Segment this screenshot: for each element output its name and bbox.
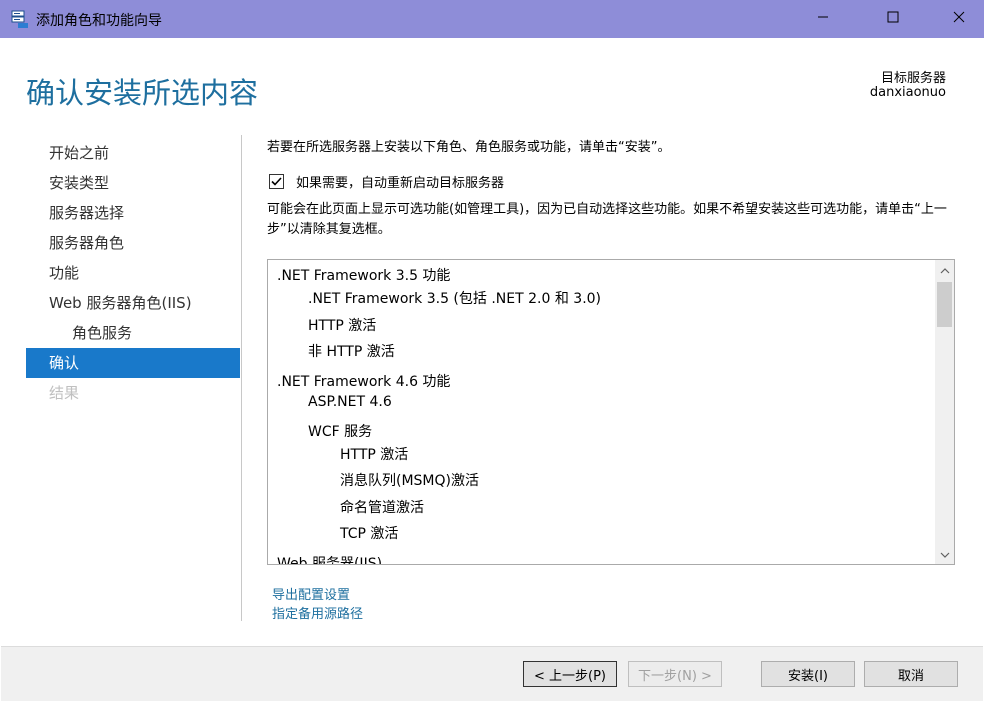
next-button: 下一步(N) > bbox=[628, 661, 722, 687]
list-item: HTTP 激活 bbox=[340, 447, 409, 463]
minimize-icon bbox=[817, 11, 829, 27]
list-item: HTTP 激活 bbox=[308, 318, 377, 334]
list-scrollbar[interactable] bbox=[935, 260, 954, 564]
features-list-content: .NET Framework 3.5 功能 .NET Framework 3.5… bbox=[268, 260, 933, 564]
target-server-label: 目标服务器 bbox=[880, 71, 946, 86]
restart-checkbox[interactable] bbox=[269, 174, 284, 189]
minimize-button[interactable] bbox=[800, 0, 846, 38]
window-title: 添加角色和功能向导 bbox=[36, 13, 162, 29]
nav-item-installation-type[interactable]: 安装类型 bbox=[26, 168, 240, 198]
list-item: TCP 激活 bbox=[340, 526, 399, 542]
nav-item-web-server-role[interactable]: Web 服务器角色(IIS) bbox=[26, 288, 240, 318]
wizard-footer: < 上一步(P) 下一步(N) > 安装(I) 取消 bbox=[1, 646, 983, 701]
title-bar: 添加角色和功能向导 bbox=[0, 0, 984, 38]
previous-button[interactable]: < 上一步(P) bbox=[523, 661, 617, 687]
list-item: .NET Framework 3.5 功能 bbox=[277, 268, 451, 284]
export-config-link[interactable]: 导出配置设置 bbox=[272, 584, 350, 603]
scroll-down-button[interactable] bbox=[935, 544, 954, 564]
selected-features-list[interactable]: .NET Framework 3.5 功能 .NET Framework 3.5… bbox=[267, 259, 955, 565]
nav-item-before-you-begin[interactable]: 开始之前 bbox=[26, 138, 240, 168]
nav-item-confirmation[interactable]: 确认 bbox=[26, 348, 240, 378]
scroll-thumb[interactable] bbox=[937, 282, 952, 327]
nav-divider bbox=[241, 135, 242, 621]
optional-features-note: 可能会在此页面上显示可选功能(如管理工具)，因为已自动选择这些功能。如果不希望安… bbox=[267, 202, 947, 237]
target-server-name: danxiaonuo bbox=[869, 85, 946, 100]
chevron-up-icon bbox=[940, 262, 950, 278]
page-title: 确认安装所选内容 bbox=[26, 76, 259, 110]
install-button[interactable]: 安装(I) bbox=[761, 661, 855, 687]
list-item: .NET Framework 3.5 (包括 .NET 2.0 和 3.0) bbox=[308, 291, 602, 307]
wizard-client-area: 确认安装所选内容 目标服务器 danxiaonuo 开始之前 安装类型 服务器选… bbox=[1, 38, 983, 701]
nav-item-server-roles[interactable]: 服务器角色 bbox=[26, 228, 240, 258]
list-item: .NET Framework 4.6 功能 bbox=[277, 374, 451, 390]
nav-item-features[interactable]: 功能 bbox=[26, 258, 240, 288]
restart-option[interactable]: 如果需要，自动重新启动目标服务器 bbox=[269, 172, 504, 191]
restart-checkbox-label[interactable]: 如果需要，自动重新启动目标服务器 bbox=[296, 172, 504, 191]
close-icon bbox=[953, 11, 965, 27]
server-manager-icon bbox=[9, 9, 29, 29]
wizard-nav: 开始之前 安装类型 服务器选择 服务器角色 功能 Web 服务器角色(IIS) … bbox=[26, 138, 240, 408]
chevron-down-icon bbox=[940, 546, 950, 562]
list-item: Web 服务器(IIS) bbox=[277, 556, 383, 564]
list-item: WCF 服务 bbox=[308, 424, 373, 440]
scroll-up-button[interactable] bbox=[935, 260, 954, 280]
list-item: 非 HTTP 激活 bbox=[308, 344, 395, 360]
maximize-button[interactable] bbox=[870, 0, 916, 38]
list-item: ASP.NET 4.6 bbox=[308, 394, 392, 410]
list-item: 命名管道激活 bbox=[340, 500, 424, 516]
close-button[interactable] bbox=[936, 0, 982, 38]
maximize-icon bbox=[887, 11, 899, 27]
intro-text: 若要在所选服务器上安装以下角色、角色服务或功能，请单击“安装”。 bbox=[267, 140, 671, 155]
nav-item-results: 结果 bbox=[49, 384, 80, 402]
alternate-source-path-link[interactable]: 指定备用源路径 bbox=[272, 603, 363, 622]
cancel-button[interactable]: 取消 bbox=[864, 661, 958, 687]
nav-item-server-selection[interactable]: 服务器选择 bbox=[26, 198, 240, 228]
list-item: 消息队列(MSMQ)激活 bbox=[340, 473, 479, 489]
checkmark-icon bbox=[271, 177, 282, 186]
nav-item-role-services[interactable]: 角色服务 bbox=[26, 318, 240, 348]
